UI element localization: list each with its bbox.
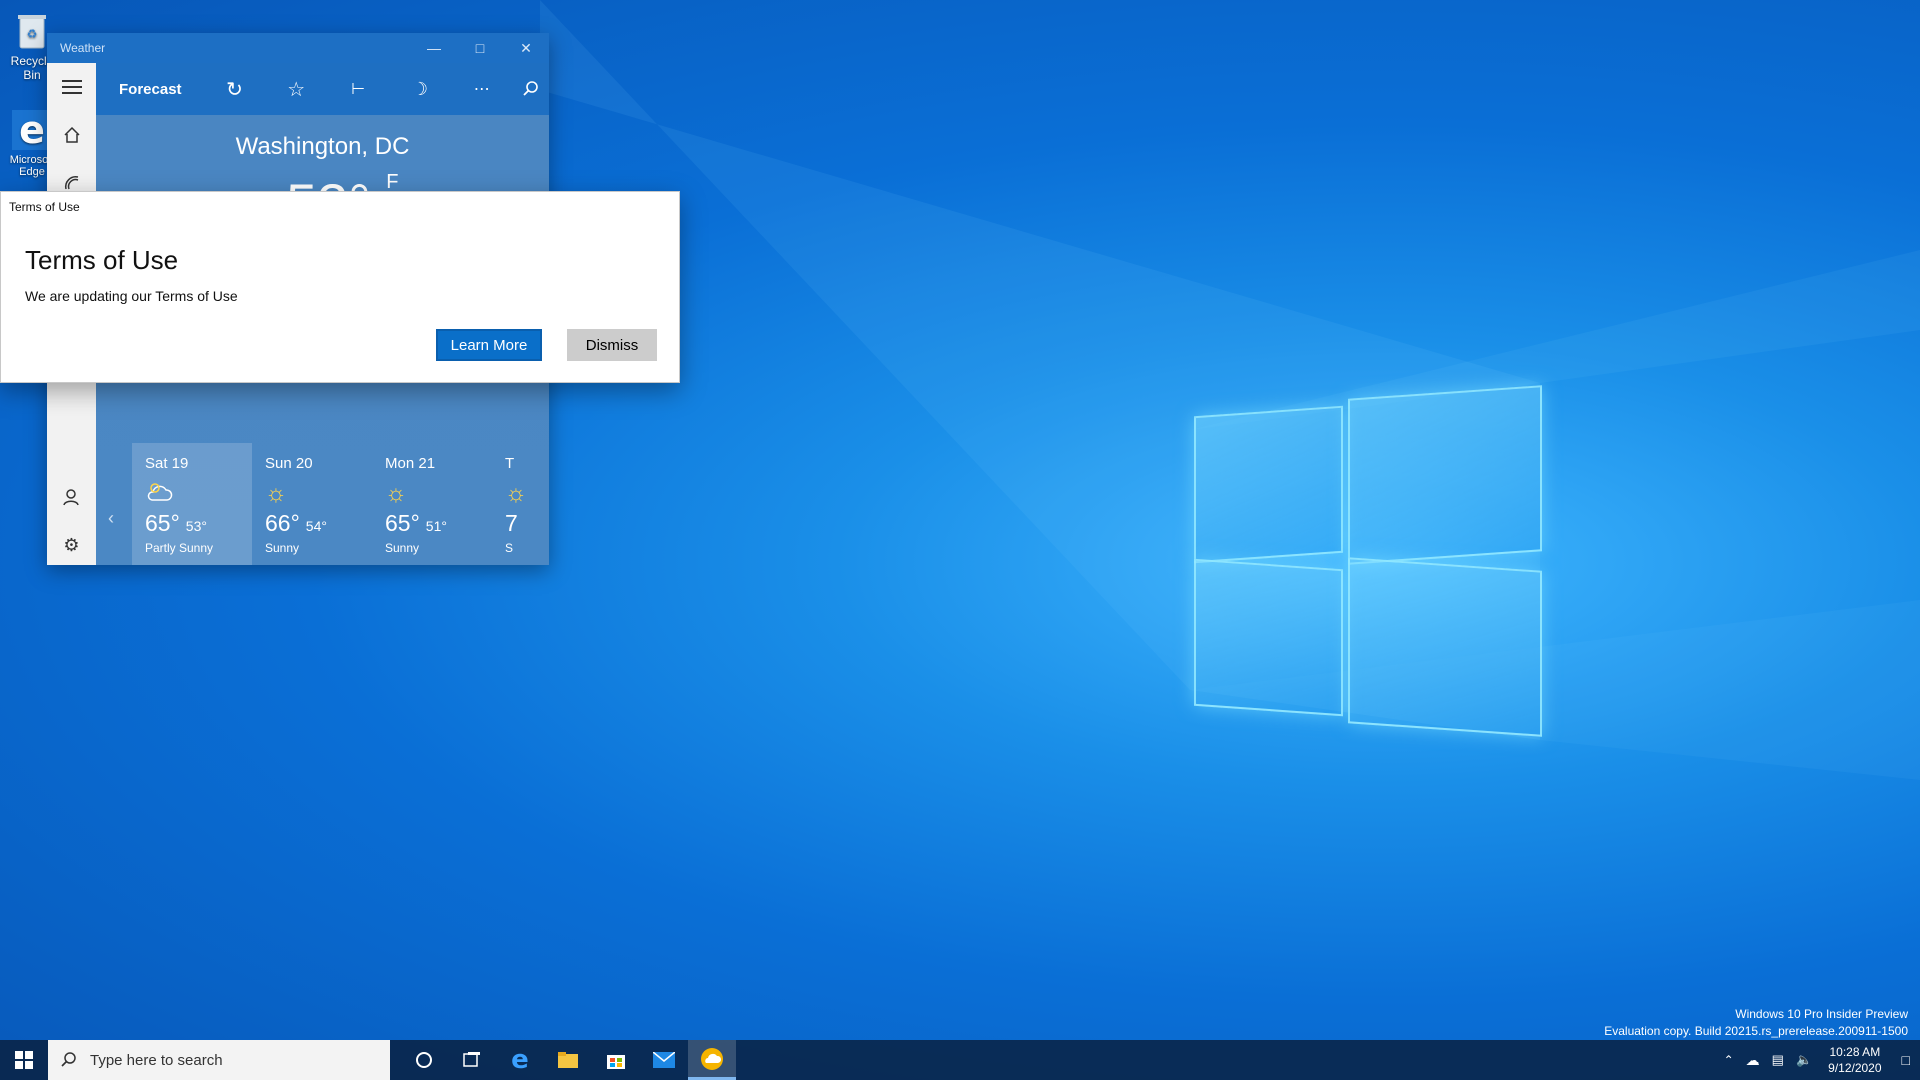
more-button[interactable]: ⋯: [451, 79, 513, 99]
refresh-icon: ↻: [226, 78, 243, 101]
weather-app-icon: [701, 1047, 723, 1070]
refresh-button[interactable]: ↻: [204, 77, 266, 102]
nav-home-button[interactable]: [47, 111, 96, 159]
more-icon: ⋯: [473, 81, 490, 98]
hamburger-icon: [61, 80, 82, 94]
daily-forecast: Sat 19 65° 53° Partly Sunny Sun 20 ☼ 66° 5…: [132, 443, 540, 565]
task-view-button[interactable]: [448, 1040, 496, 1080]
forecast-day[interactable]: Sun 20 ☼ 66° 54° Sunny: [252, 443, 372, 565]
hamburger-menu-button[interactable]: [47, 63, 96, 111]
dismiss-button[interactable]: Dismiss: [567, 329, 657, 361]
moon-icon: ☽: [411, 78, 428, 99]
taskbar-search-box[interactable]: Type here to search: [48, 1040, 390, 1080]
forecast-prev-arrow[interactable]: ‹: [108, 508, 114, 529]
taskbar-mail-button[interactable]: [640, 1040, 688, 1080]
mail-icon: [653, 1052, 675, 1068]
clock-time: 10:28 AM: [1829, 1045, 1881, 1059]
forecast-condition: Sunny: [385, 541, 420, 555]
person-icon: [62, 489, 79, 506]
folder-icon: [558, 1052, 578, 1068]
dialog-heading: Terms of Use: [25, 245, 179, 275]
forecast-high: 65°: [385, 510, 420, 536]
sunny-icon: ☼: [505, 480, 527, 507]
window-title: Weather: [60, 41, 106, 55]
forecast-day-label: T: [505, 455, 515, 472]
forecast-high: 7: [505, 510, 518, 536]
taskbar-store-button[interactable]: [592, 1040, 640, 1080]
search-placeholder: Type here to search: [90, 1051, 223, 1069]
dialog-message: We are updating our Terms of Use: [25, 288, 238, 304]
radar-icon: [64, 175, 78, 190]
forecast-day[interactable]: Sat 19 65° 53° Partly Sunny: [132, 443, 252, 565]
minimize-button[interactable]: —: [411, 33, 457, 63]
onedrive-icon[interactable]: ☁: [1746, 1052, 1760, 1069]
windows-start-icon: [15, 1051, 33, 1069]
forecast-low: 53°: [185, 518, 207, 534]
taskbar-clock[interactable]: 10:28 AM 9/12/2020: [1828, 1044, 1881, 1076]
window-titlebar[interactable]: Weather — □ ✕: [47, 33, 549, 63]
pin-button[interactable]: ⊢: [327, 79, 389, 99]
search-icon: [61, 1052, 76, 1067]
start-button[interactable]: [0, 1040, 48, 1080]
task-view-icon: [463, 1052, 480, 1067]
build-watermark-build: Evaluation copy. Build 20215.rs_prerelea…: [1604, 1024, 1908, 1038]
forecast-condition: Sunny: [265, 541, 300, 555]
partly-sunny-icon: [145, 480, 252, 508]
forecast-high: 66°: [265, 510, 300, 536]
dark-mode-button[interactable]: ☽: [389, 79, 451, 100]
forecast-low: 51°: [425, 518, 447, 534]
volume-icon[interactable]: 🔈: [1796, 1052, 1812, 1068]
forecast-day-label: Sun 20: [265, 455, 313, 472]
close-icon: ✕: [520, 39, 532, 56]
build-watermark-edition: Windows 10 Pro Insider Preview: [1735, 1007, 1908, 1021]
search-icon: [523, 81, 538, 96]
learn-more-button[interactable]: Learn More: [436, 329, 542, 361]
dialog-caption: Terms of Use: [9, 200, 80, 214]
close-button[interactable]: ✕: [503, 33, 549, 63]
sunny-icon: ☼: [385, 480, 407, 507]
terms-of-use-dialog: Terms of Use Terms of Use We are updatin…: [0, 191, 680, 383]
forecast-day[interactable]: T ☼ 7 S: [492, 443, 540, 565]
cortana-icon: [416, 1052, 432, 1068]
city-name: Washington, DC: [235, 133, 410, 160]
forecast-condition: S: [505, 541, 514, 555]
svg-text:e: e: [19, 110, 45, 150]
forecast-day-label: Mon 21: [385, 455, 436, 472]
app-bar-title: Forecast: [119, 80, 182, 98]
chevron-up-icon[interactable]: ⌃: [1724, 1053, 1734, 1067]
forecast-day-label: Sat 19: [145, 455, 189, 472]
gear-icon: ⚙: [63, 534, 80, 555]
forecast-day[interactable]: Mon 21 ☼ 65° 51° Sunny: [372, 443, 492, 565]
star-icon: ☆: [287, 78, 306, 101]
maximize-button[interactable]: □: [457, 33, 503, 63]
taskbar-file-explorer-button[interactable]: [544, 1040, 592, 1080]
nav-account-button[interactable]: [47, 473, 96, 521]
temperature-unit: F: [386, 171, 399, 193]
svg-text:♻: ♻: [27, 27, 38, 41]
clock-date: 9/12/2020: [1828, 1061, 1882, 1075]
store-icon: [607, 1055, 625, 1069]
nav-settings-button[interactable]: ⚙: [47, 521, 96, 565]
minimize-icon: —: [427, 40, 441, 56]
forecast-low: 54°: [305, 518, 327, 534]
sunny-icon: ☼: [265, 480, 287, 507]
forecast-condition: Partly Sunny: [145, 541, 214, 555]
app-bar: Forecast ↻ ☆ ⊢ ☽ ⋯: [96, 63, 549, 115]
edge-icon: e: [511, 1045, 529, 1075]
taskbar-edge-button[interactable]: e: [496, 1040, 544, 1080]
cortana-button[interactable]: [400, 1040, 448, 1080]
notification-icon[interactable]: □: [1902, 1052, 1910, 1068]
maximize-icon: □: [475, 40, 485, 56]
home-icon: [63, 126, 80, 143]
pin-icon: ⊢: [351, 81, 366, 98]
system-tray: ⌃ ☁ ▤ 🔈 10:28 AM 9/12/2020 □: [1718, 1040, 1920, 1080]
search-button[interactable]: [513, 80, 549, 98]
network-icon[interactable]: ▤: [1772, 1052, 1784, 1068]
taskbar: Type here to search e ⌃ ☁ ▤ 🔈 10:28 AM 9…: [0, 1040, 1920, 1080]
forecast-high: 65°: [145, 510, 180, 536]
taskbar-weather-button[interactable]: [688, 1040, 736, 1080]
favorite-button[interactable]: ☆: [265, 77, 327, 102]
